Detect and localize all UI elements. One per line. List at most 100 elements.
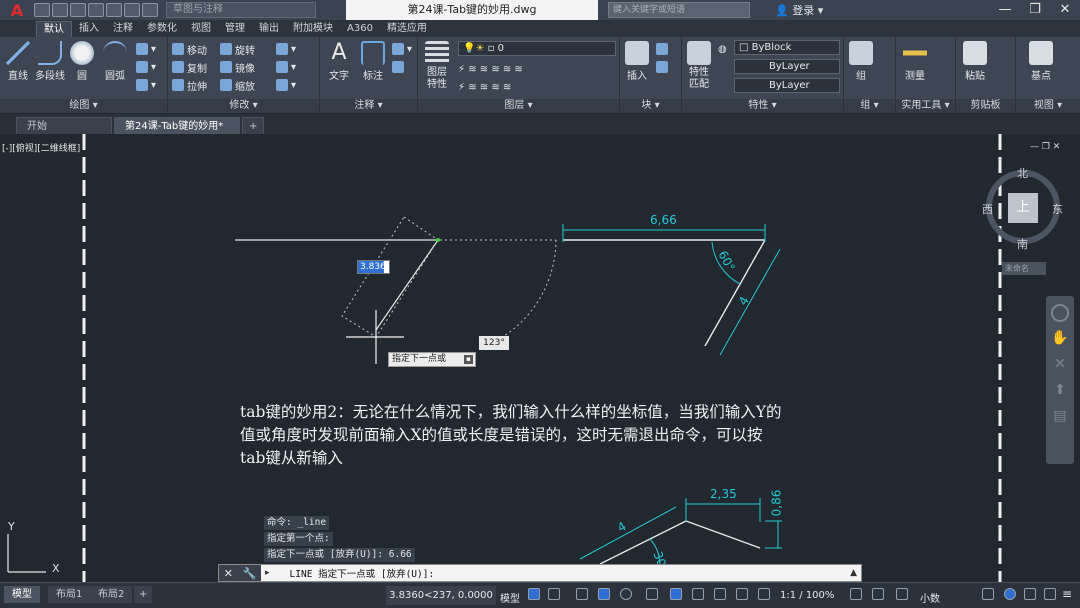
save-as-icon[interactable] — [88, 3, 104, 17]
paste-tool[interactable]: 粘贴 — [960, 39, 990, 82]
leader-icon[interactable]: ▾ — [392, 41, 412, 57]
tab-layout1[interactable]: 布局1 — [48, 586, 91, 603]
utilities-panel-title[interactable]: 实用工具 ▾ — [896, 99, 955, 113]
clipboard-panel-title[interactable]: 剪贴板 — [956, 99, 1015, 113]
modify-panel-title[interactable]: 修改 ▾ — [168, 99, 319, 113]
tab-parametric[interactable]: 参数化 — [140, 21, 184, 37]
prompt-dropdown-icon[interactable]: ▪ — [464, 355, 473, 364]
view-panel-title[interactable]: 视图 ▾ — [1016, 99, 1080, 113]
tab-addins[interactable]: 附加模块 — [286, 21, 340, 37]
ortho-icon[interactable] — [576, 588, 588, 600]
annotation-monitor-icon[interactable] — [872, 588, 884, 600]
close-cmdline-icon[interactable]: ✕ — [224, 567, 233, 580]
edit-block-icon[interactable] — [656, 59, 671, 75]
viewcube-north[interactable]: 北 — [1017, 165, 1028, 181]
isolate-objects-icon[interactable] — [1004, 588, 1016, 600]
insert-tool[interactable]: 插入 — [622, 39, 652, 82]
color-wheel-icon[interactable]: ◍ — [718, 41, 727, 57]
coordinate-readout[interactable]: 3.8360<237, 0.0000 — [386, 586, 496, 605]
snap-icon[interactable] — [548, 588, 560, 600]
command-input[interactable]: LINE 指定下一点或 [放弃(U)]: — [270, 566, 435, 580]
polar-icon[interactable] — [598, 588, 610, 600]
autocad-logo-icon[interactable]: A — [0, 0, 34, 20]
dimension-tool[interactable]: 标注 — [358, 39, 388, 82]
navigation-bar[interactable]: ✋ ✕ ⬆ ▤ — [1046, 296, 1074, 464]
trim-icon[interactable]: ▾ — [276, 41, 296, 57]
rotate-tool[interactable]: 旋转 — [220, 41, 255, 57]
draw-more-icon[interactable]: ▾ — [136, 77, 156, 93]
copy-tool[interactable]: 复制 — [172, 59, 207, 75]
group-panel-title[interactable]: 组 ▾ — [844, 99, 895, 113]
tab-a360[interactable]: A360 — [340, 21, 380, 37]
color-dropdown[interactable]: □ ByBlock — [734, 40, 840, 55]
dynamic-input-field[interactable]: 3.836 — [357, 260, 390, 274]
group-tool[interactable]: 组 — [846, 39, 876, 82]
selection-cycling-icon[interactable] — [736, 588, 748, 600]
linetype-dropdown[interactable]: ByLayer — [734, 59, 840, 74]
viewcube-east[interactable]: 东 — [1052, 201, 1063, 217]
search-input[interactable]: 键入关键字或短语 — [608, 2, 750, 18]
workspace-dropdown[interactable]: 草图与注释 — [166, 2, 316, 18]
maximize-button[interactable]: ❐ — [1020, 0, 1050, 20]
undo-icon[interactable] — [124, 3, 140, 17]
tab-start[interactable]: 开始 — [16, 117, 112, 134]
dynamic-prompt[interactable]: 指定下一点或 ▪ — [388, 352, 476, 367]
rectangle-icon[interactable]: ▾ — [136, 41, 156, 57]
steering-wheel-icon[interactable] — [1051, 304, 1069, 322]
clean-screen-icon[interactable] — [1044, 588, 1056, 600]
login-button[interactable]: 👤 登录 ▾ — [775, 2, 823, 18]
units-icon[interactable] — [896, 588, 908, 600]
tab-manage[interactable]: 管理 — [218, 21, 252, 37]
circle-tool[interactable]: 圆 — [67, 39, 97, 82]
grid-icon[interactable] — [528, 588, 540, 600]
annotation-panel-title[interactable]: 注释 ▾ — [320, 99, 417, 113]
tab-featured-apps[interactable]: 精选应用 — [380, 21, 434, 37]
units-dropdown[interactable]: 小数 — [920, 590, 940, 605]
object-track-icon[interactable] — [646, 588, 658, 600]
scale-tool[interactable]: 缩放 — [220, 77, 255, 93]
isodraft-icon[interactable] — [620, 588, 632, 600]
hatch-icon[interactable]: ▾ — [136, 59, 156, 75]
tab-insert[interactable]: 插入 — [72, 21, 106, 37]
text-tool[interactable]: A 文字 — [324, 39, 354, 83]
tab-model[interactable]: 模型 — [4, 586, 40, 603]
drawing-canvas[interactable]: [-][俯视][二维线框] 3.836 123° 指定下一点或 ▪ 6,66 6… — [0, 134, 1080, 582]
layer-tools-row1[interactable]: ⚡ ≋ ≋ ≋ ≋ ≋ — [458, 61, 523, 77]
fillet-icon[interactable]: ▾ — [276, 59, 296, 75]
layer-properties-tool[interactable]: 图层特性 — [422, 39, 452, 91]
lineweight-dropdown[interactable]: ByLayer — [734, 78, 840, 93]
create-block-icon[interactable] — [656, 41, 671, 57]
layer-tools-row2[interactable]: ⚡ ≋ ≋ ≋ ≋ — [458, 79, 511, 95]
annotation-scale[interactable]: 1:1 / 100% — [780, 590, 834, 601]
match-properties-tool[interactable]: 特性匹配 — [684, 39, 714, 91]
model-space-toggle[interactable]: 模型 — [500, 590, 520, 605]
array-icon[interactable]: ▾ — [276, 77, 296, 93]
tab-annotate[interactable]: 注释 — [106, 21, 140, 37]
viewcube-face[interactable]: 上 — [1008, 193, 1038, 223]
orbit-icon[interactable]: ⬆ — [1051, 382, 1069, 400]
pan-icon[interactable]: ✋ — [1051, 330, 1069, 348]
measure-tool[interactable]: 测量 — [900, 39, 930, 82]
osnap-icon[interactable] — [670, 588, 682, 600]
layers-panel-title[interactable]: 图层 ▾ — [418, 99, 619, 113]
customize-menu-icon[interactable]: ≡ — [1062, 587, 1072, 601]
mirror-tool[interactable]: 镜像 — [220, 59, 255, 75]
viewport-controls[interactable]: — ❐ ✕ — [1030, 142, 1060, 152]
new-tab-button[interactable]: + — [242, 117, 265, 134]
redo-icon[interactable] — [142, 3, 158, 17]
viewcube-south[interactable]: 南 — [1017, 236, 1028, 252]
command-history-toggle-icon[interactable]: ▲ — [850, 568, 857, 578]
properties-panel-title[interactable]: 特性 ▾ — [682, 99, 843, 113]
wcs-dropdown[interactable]: 未命名 — [1002, 262, 1046, 275]
print-icon[interactable] — [106, 3, 122, 17]
lineweight-icon[interactable] — [692, 588, 704, 600]
save-icon[interactable] — [70, 3, 86, 17]
base-point-tool[interactable]: 基点 — [1026, 39, 1056, 82]
line-tool[interactable]: 直线 — [3, 39, 33, 82]
annotation-visibility-icon[interactable] — [758, 588, 770, 600]
arc-tool[interactable]: 圆弧 — [100, 39, 130, 82]
block-panel-title[interactable]: 块 ▾ — [620, 99, 681, 113]
command-line[interactable]: ✕ 🔧 ▸ LINE 指定下一点或 [放弃(U)]: ▲ — [218, 564, 862, 582]
tab-output[interactable]: 输出 — [252, 21, 286, 37]
hardware-acceleration-icon[interactable] — [1024, 588, 1036, 600]
